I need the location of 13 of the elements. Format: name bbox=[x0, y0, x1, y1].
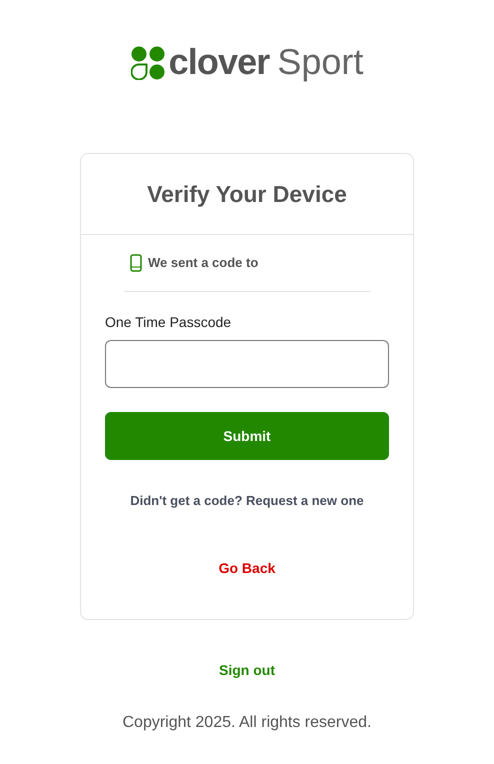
card-title: Verify Your Device bbox=[147, 180, 347, 209]
go-back-link[interactable]: Go Back bbox=[218, 558, 276, 578]
brand-name: clover bbox=[168, 42, 270, 82]
passcode-field[interactable] bbox=[105, 340, 389, 388]
sign-out-link[interactable]: Sign out bbox=[219, 660, 275, 680]
clover-logo-icon bbox=[130, 46, 165, 80]
submit-button[interactable]: Submit bbox=[105, 412, 389, 460]
product-name: Sport bbox=[277, 42, 364, 82]
copyright-text: Copyright 2025. All rights reserved. bbox=[122, 712, 372, 732]
phone-icon bbox=[130, 254, 142, 272]
field-label: One Time Passcode bbox=[105, 313, 232, 332]
sent-notice: We sent a code to bbox=[148, 254, 258, 272]
resend-link[interactable]: Didn't get a code? Request a new one bbox=[130, 491, 364, 510]
